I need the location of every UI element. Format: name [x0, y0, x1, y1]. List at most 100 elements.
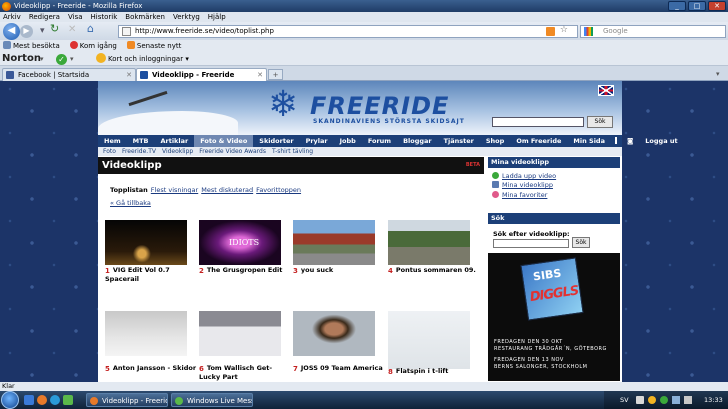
- uk-flag-icon[interactable]: [598, 85, 614, 96]
- video-search-button[interactable]: Sök: [572, 237, 590, 248]
- video-thumbnail[interactable]: [199, 311, 281, 356]
- nav-jobb[interactable]: Jobb: [334, 135, 362, 147]
- video-thumbnail[interactable]: [293, 220, 375, 265]
- nav-forum[interactable]: Forum: [362, 135, 397, 147]
- history-dropdown-icon[interactable]: ▾: [40, 26, 45, 36]
- volume-icon[interactable]: [684, 396, 692, 404]
- chat-icon[interactable]: ◙: [621, 135, 639, 147]
- subnav-video-awards[interactable]: Freeride Video Awards: [199, 147, 266, 156]
- video-thumbnail[interactable]: [105, 220, 187, 265]
- bookmark-senaste-nytt[interactable]: Senaste nytt: [126, 40, 181, 52]
- taskbar-firefox[interactable]: Videoklipp - Freerid...: [86, 393, 168, 407]
- ie-quicklaunch-icon[interactable]: [50, 395, 60, 405]
- show-desktop-icon[interactable]: [24, 395, 34, 405]
- video-item[interactable]: 8 Flatspin i t-lift: [388, 311, 470, 376]
- menu-hjalp[interactable]: Hjälp: [208, 12, 226, 22]
- rss-icon[interactable]: [546, 27, 555, 36]
- stop-icon[interactable]: ✕: [68, 25, 76, 35]
- nav-min-sida[interactable]: Min Sida: [567, 135, 611, 147]
- messenger-quicklaunch-icon[interactable]: [63, 395, 73, 405]
- new-tab-button[interactable]: +: [268, 69, 283, 80]
- back-button[interactable]: ◀: [3, 23, 20, 40]
- video-search-input[interactable]: [493, 239, 569, 248]
- norton-identity-safe[interactable]: Kort och inloggningar ▾: [96, 52, 189, 66]
- upload-video-link[interactable]: Ladda upp video: [492, 172, 556, 180]
- subnav-freeride-tv[interactable]: Freeride.TV: [122, 147, 156, 156]
- maximize-button[interactable]: □: [688, 1, 706, 11]
- video-item[interactable]: 5 Anton Jansson - Skidor: [105, 311, 196, 373]
- video-title[interactable]: Tom Wallisch Get-Lucky Part: [199, 364, 272, 381]
- close-tab-icon[interactable]: ✕: [126, 69, 132, 81]
- google-icon[interactable]: [584, 27, 593, 36]
- firefox-quicklaunch-icon[interactable]: [37, 395, 47, 405]
- tab-topplistan[interactable]: Topplistan: [110, 186, 148, 194]
- video-item[interactable]: IDIOTS 2 The Grusgropen Edit: [199, 220, 282, 275]
- home-icon[interactable]: ⌂: [87, 23, 94, 34]
- video-thumbnail[interactable]: [105, 311, 187, 356]
- back-link[interactable]: « Gå tillbaka: [110, 199, 151, 207]
- my-videos-link[interactable]: Mina videoklipp: [492, 181, 553, 189]
- bookmark-star-icon[interactable]: ☆: [560, 25, 568, 36]
- my-favorites-link[interactable]: Mina favoriter: [492, 191, 547, 199]
- bookmark-kom-igang[interactable]: Kom igång: [69, 40, 117, 52]
- nav-artiklar[interactable]: Artiklar: [154, 135, 194, 147]
- site-search-input[interactable]: [492, 117, 584, 127]
- norton-tray-icon[interactable]: [648, 396, 656, 404]
- url-bar[interactable]: http://www.freeride.se/video/toplist.php…: [118, 25, 578, 38]
- video-item[interactable]: 7 JOSS 09 Team America: [293, 311, 383, 373]
- snowflake-logo-icon[interactable]: ❄: [268, 87, 298, 123]
- subnav-videoklipp[interactable]: Videoklipp: [162, 147, 193, 156]
- video-item[interactable]: 4 Pontus sommaren 09.: [388, 220, 476, 275]
- close-tab-icon[interactable]: ✕: [257, 69, 263, 81]
- nav-shop[interactable]: Shop: [480, 135, 510, 147]
- mail-icon[interactable]: [614, 137, 617, 144]
- tab-videoklipp[interactable]: Videoklipp - Freeride ✕: [136, 68, 267, 81]
- minimize-button[interactable]: _: [668, 1, 686, 11]
- video-title[interactable]: JOSS 09 Team America: [301, 364, 383, 372]
- tab-facebook[interactable]: Facebook | Startsida ✕: [2, 68, 136, 81]
- nav-hem[interactable]: Hem: [98, 135, 127, 147]
- network-icon[interactable]: [672, 396, 680, 404]
- menu-historik[interactable]: Historik: [91, 12, 118, 22]
- menu-arkiv[interactable]: Arkiv: [3, 12, 21, 22]
- tab-mest-diskuterad[interactable]: Mest diskuterad: [201, 186, 253, 194]
- subnav-foto[interactable]: Foto: [103, 147, 116, 156]
- video-title[interactable]: Flatspin i t-lift: [396, 367, 449, 375]
- language-indicator[interactable]: SV: [620, 391, 629, 409]
- nav-prylar[interactable]: Prylar: [300, 135, 334, 147]
- menu-visa[interactable]: Visa: [68, 12, 83, 22]
- nav-om-freeride[interactable]: Om Freeride: [510, 135, 567, 147]
- video-title[interactable]: The Grusgropen Edit: [207, 266, 282, 274]
- tab-list-icon[interactable]: ▾: [716, 70, 726, 79]
- tab-flest-visningar[interactable]: Flest visningar: [151, 186, 198, 194]
- norton-menu-icon[interactable]: ▾: [40, 52, 44, 66]
- menu-redigera[interactable]: Redigera: [29, 12, 60, 22]
- video-thumbnail[interactable]: IDIOTS: [199, 220, 281, 265]
- nav-foto-video[interactable]: Foto & Video: [194, 135, 254, 147]
- site-search-button[interactable]: Sök: [587, 116, 613, 128]
- video-thumbnail[interactable]: [388, 220, 470, 265]
- video-title[interactable]: you suck: [301, 266, 333, 274]
- messenger-tray-icon[interactable]: [660, 396, 668, 404]
- event-advertisement[interactable]: SIBS DIGGLS FREDAGEN DEN 30 OKT RESTAURA…: [488, 253, 620, 381]
- bookmark-mest-besokta[interactable]: Mest besökta: [3, 40, 60, 52]
- nav-mtb[interactable]: MTB: [127, 135, 155, 147]
- video-item[interactable]: 6 Tom Wallisch Get-Lucky Part: [199, 311, 281, 381]
- tab-favorittoppen[interactable]: Favorittoppen: [256, 186, 301, 194]
- nav-bloggar[interactable]: Bloggar: [397, 135, 438, 147]
- reload-icon[interactable]: ↻: [50, 23, 59, 34]
- video-title[interactable]: Anton Jansson - Skidor: [113, 364, 196, 372]
- nav-logga-ut[interactable]: Logga ut: [639, 135, 683, 147]
- start-button[interactable]: [1, 391, 19, 409]
- tray-icon-1[interactable]: [636, 396, 644, 404]
- taskbar-messenger[interactable]: Windows Live Mess...: [171, 393, 253, 407]
- close-button[interactable]: ✕: [708, 1, 726, 11]
- norton-status-dropdown-icon[interactable]: ▾: [70, 52, 74, 66]
- menu-verktyg[interactable]: Verktyg: [173, 12, 200, 22]
- forward-button[interactable]: ▶: [20, 25, 33, 38]
- video-item[interactable]: 3 you suck: [293, 220, 375, 275]
- subnav-tshirt[interactable]: T-shirt tävling: [272, 147, 313, 156]
- video-item[interactable]: 1 VIG Edit Vol 0.7 Spacerail: [105, 220, 187, 283]
- video-title[interactable]: Pontus sommaren 09.: [396, 266, 476, 274]
- video-thumbnail[interactable]: [388, 311, 470, 369]
